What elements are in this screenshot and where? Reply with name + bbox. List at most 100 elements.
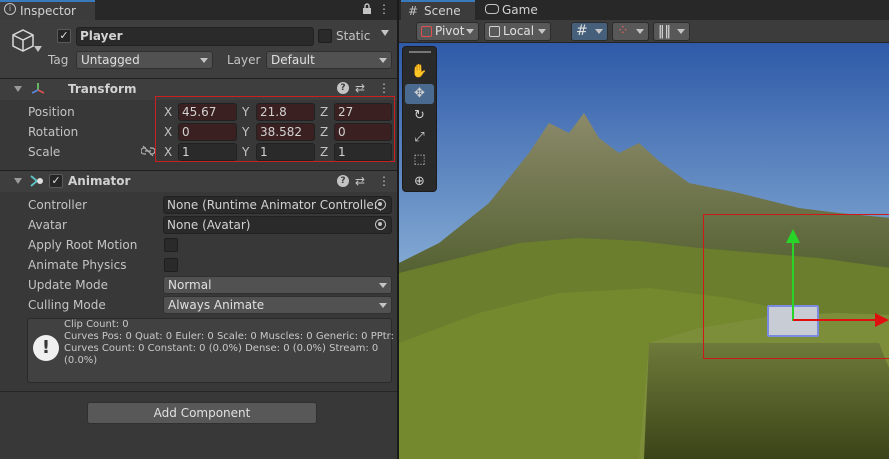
tag-value: Untagged	[81, 53, 140, 67]
rotation-label: Rotation	[28, 125, 79, 139]
divider	[0, 391, 397, 392]
link-icon[interactable]	[140, 145, 156, 160]
presets-icon[interactable]: ⇄	[355, 174, 365, 188]
hand-tool-icon[interactable]: ✋	[405, 62, 434, 82]
update-mode-value: Normal	[168, 278, 212, 292]
kebab-menu-icon[interactable]: ⋮	[378, 174, 390, 188]
controller-field[interactable]: None (Runtime Animator Controller)	[163, 196, 392, 214]
transform-icon	[30, 81, 46, 100]
scale-x-field[interactable]: 1	[178, 143, 237, 161]
position-label: Position	[28, 105, 75, 119]
kebab-menu-icon[interactable]: ⋮	[378, 2, 390, 16]
culling-mode-dropdown[interactable]: Always Animate	[163, 296, 392, 314]
gizmo-x-arrow-icon[interactable]	[875, 313, 889, 327]
grid-icon: #	[408, 4, 419, 18]
gizmo-y-axis[interactable]	[792, 239, 794, 321]
snap-icon: ⁘	[617, 23, 629, 39]
animator-icon	[29, 173, 45, 192]
tab-scene-label: Scene	[424, 4, 461, 18]
rotation-y-field[interactable]: 38.582	[256, 123, 315, 141]
drag-handle[interactable]	[409, 51, 431, 53]
tab-inspector-label: Inspector	[20, 4, 76, 18]
apply-root-motion-checkbox[interactable]	[164, 238, 178, 252]
position-y-field[interactable]: 21.8	[256, 103, 315, 121]
rotation-z-field[interactable]: 0	[334, 123, 392, 141]
animate-physics-checkbox[interactable]	[164, 258, 178, 272]
scale-z-field[interactable]: 1	[334, 143, 392, 161]
scene-panel: # Scene Game Pivot Local # ⁘ ‖‖ ✋ ✥ ↻ ⤢ …	[397, 0, 889, 459]
pivot-icon	[421, 26, 432, 37]
lock-icon[interactable]	[362, 3, 372, 14]
tab-scene[interactable]: # Scene	[401, 0, 475, 20]
info-line: (0.0%)	[64, 355, 98, 366]
y-label: Y	[242, 145, 250, 159]
object-picker-icon[interactable]	[375, 219, 386, 230]
position-x-field[interactable]: 45.67	[178, 103, 237, 121]
scale-label: Scale	[28, 145, 61, 159]
tag-dropdown[interactable]: Untagged	[76, 51, 213, 69]
local-dropdown[interactable]: Local	[484, 22, 551, 41]
info-line: Curves Pos: 0 Quat: 0 Euler: 0 Scale: 0 …	[64, 331, 397, 342]
cube-icon	[10, 27, 36, 56]
static-checkbox[interactable]	[318, 29, 332, 43]
gizmo-y-arrow-icon[interactable]	[786, 229, 800, 243]
foldout-arrow-icon[interactable]	[14, 178, 22, 184]
scale-tool-icon[interactable]: ⤢	[405, 128, 434, 148]
local-label: Local	[503, 24, 535, 38]
position-z-field[interactable]: 27	[334, 103, 392, 121]
chevron-down-icon	[379, 283, 387, 288]
chevron-down-icon	[379, 303, 387, 308]
culling-mode-value: Always Animate	[168, 298, 265, 312]
tab-game[interactable]: Game	[481, 0, 541, 20]
chevron-down-icon	[636, 29, 644, 34]
ruler-icon: ‖‖	[658, 24, 671, 39]
scene-viewport[interactable]: ✋ ✥ ↻ ⤢ ⬚ ⊕	[399, 43, 889, 459]
pivot-label: Pivot	[435, 24, 465, 38]
transform-tool-icon[interactable]: ⊕	[405, 172, 434, 192]
tag-label: Tag	[48, 53, 69, 67]
z-label: Z	[320, 105, 329, 119]
move-tool-icon[interactable]: ✥	[405, 84, 434, 104]
static-label: Static	[336, 29, 371, 43]
animator-enabled-checkbox[interactable]: ✓	[49, 174, 63, 188]
chevron-down-icon	[466, 29, 474, 34]
x-label: X	[164, 105, 173, 119]
info-text: Clip Count: 0 Curves Pos: 0 Quat: 0 Eule…	[64, 319, 397, 367]
object-picker-icon[interactable]	[375, 199, 386, 210]
grid-snap-button[interactable]: #	[571, 22, 608, 41]
help-icon[interactable]: ?	[337, 82, 349, 94]
avatar-label: Avatar	[28, 218, 67, 232]
update-mode-dropdown[interactable]: Normal	[163, 276, 392, 294]
active-checkbox[interactable]: ✓	[57, 29, 71, 43]
gizmo-x-axis[interactable]	[793, 319, 877, 321]
help-icon[interactable]: ?	[337, 175, 349, 187]
y-label: Y	[242, 105, 250, 119]
tab-game-label: Game	[502, 3, 538, 17]
increment-snap-button[interactable]: ⁘	[612, 22, 649, 41]
foldout-arrow-icon[interactable]	[14, 86, 22, 92]
x-label: X	[164, 125, 173, 139]
scale-y-field[interactable]: 1	[256, 143, 315, 161]
culling-mode-label: Culling Mode	[28, 298, 106, 312]
static-dropdown-arrow[interactable]	[381, 30, 389, 36]
rotate-tool-icon[interactable]: ↻	[405, 106, 434, 126]
transform-title: Transform	[68, 82, 137, 96]
chevron-down-icon[interactable]	[34, 46, 42, 52]
animate-physics-label: Animate Physics	[28, 258, 127, 272]
rect-tool-icon[interactable]: ⬚	[405, 150, 434, 170]
controller-value: None (Runtime Animator Controller)	[167, 198, 384, 212]
kebab-menu-icon[interactable]: ⋮	[378, 81, 390, 95]
rotation-x-field[interactable]: 0	[178, 123, 237, 141]
layer-dropdown[interactable]: Default	[266, 51, 392, 69]
add-component-button[interactable]: Add Component	[87, 402, 317, 424]
pivot-dropdown[interactable]: Pivot	[416, 22, 479, 41]
avatar-field[interactable]: None (Avatar)	[163, 216, 392, 234]
tab-inspector[interactable]: i Inspector	[0, 0, 95, 20]
presets-icon[interactable]: ⇄	[355, 81, 365, 95]
ruler-button[interactable]: ‖‖	[653, 22, 690, 41]
y-label: Y	[242, 125, 250, 139]
update-mode-label: Update Mode	[28, 278, 108, 292]
info-line: Clip Count: 0	[64, 319, 129, 330]
controller-label: Controller	[28, 198, 88, 212]
object-name-input[interactable]: Player	[76, 27, 314, 46]
